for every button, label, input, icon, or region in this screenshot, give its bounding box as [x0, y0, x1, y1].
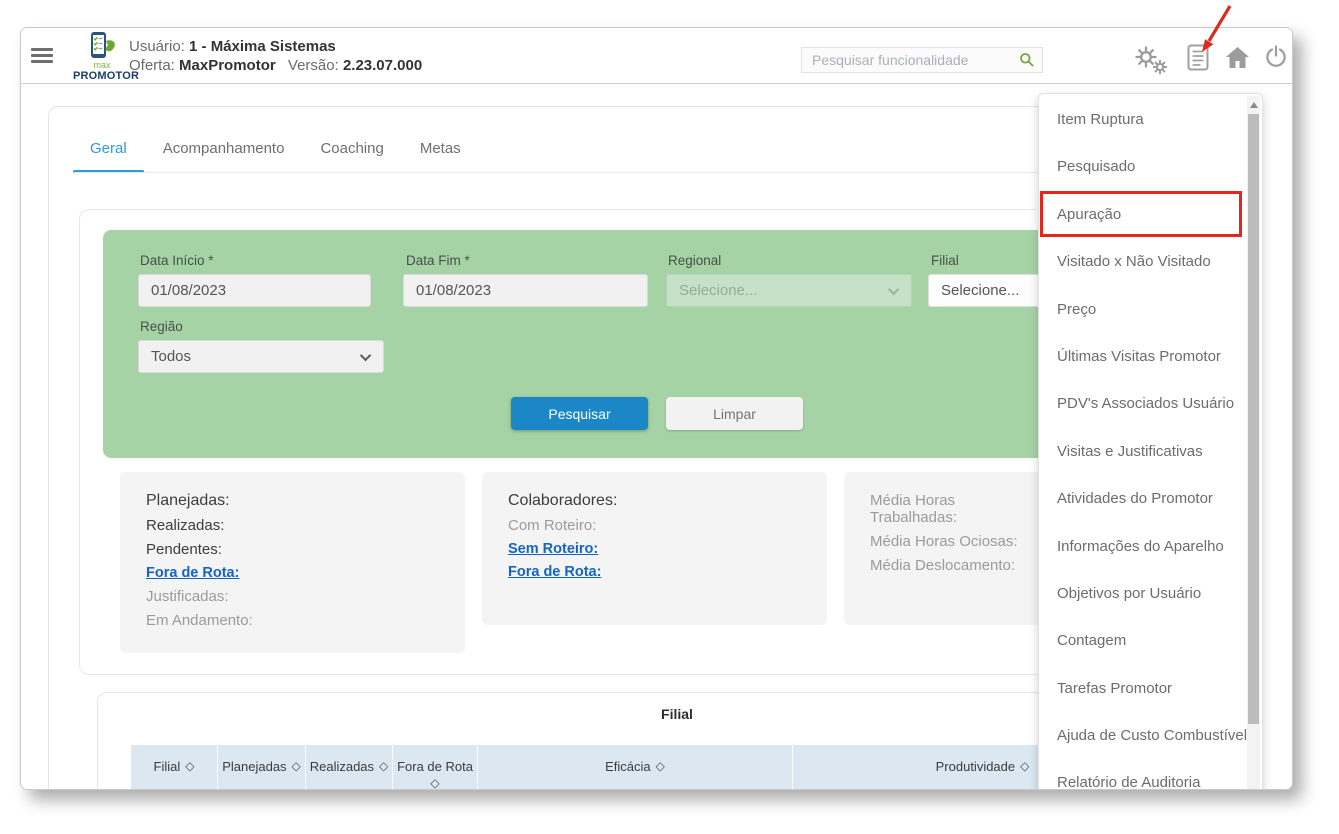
app-window: max PROMOTOR Usuário: 1 - Máxima Sistema…	[20, 27, 1293, 790]
menu-item-pesquisado[interactable]: Pesquisado	[1039, 143, 1262, 190]
search-input[interactable]	[802, 52, 1019, 68]
stat-media-deslocamento: Média Deslocamento:	[870, 557, 1016, 574]
data-fim-label: Data Fim *	[406, 253, 470, 268]
stat-colaboradores: Colaboradores:	[508, 492, 618, 509]
menu-item-contagem[interactable]: Contagem	[1039, 617, 1262, 664]
table-header-row: Filial ◇ Planejadas ◇ Realizadas ◇ Fora de …	[131, 745, 1173, 789]
sort-icon[interactable]: ◇	[430, 775, 439, 789]
sort-icon[interactable]: ◇	[379, 758, 388, 775]
data-inicio-input[interactable]	[138, 274, 371, 307]
offer-value: MaxPromotor	[179, 57, 276, 74]
menu-item-item-ruptura[interactable]: Item Ruptura	[1039, 96, 1262, 143]
menu-item-objetivos-por-usuario[interactable]: Objetivos por Usuário	[1039, 570, 1262, 617]
offer-label: Oferta:	[129, 57, 175, 74]
visits-summary-panel: Planejadas: Realizadas: Pendentes: Fora …	[120, 472, 465, 653]
menu-item-tarefas-promotor[interactable]: Tarefas Promotor	[1039, 665, 1262, 712]
column-header-realizadas[interactable]: Realizadas ◇	[306, 745, 393, 789]
menu-item-pdvs-associados-usuario[interactable]: PDV's Associados Usuário	[1039, 380, 1262, 427]
stat-media-horas-ociosas: Média Horas Ociosas:	[870, 533, 1018, 550]
column-header-filial[interactable]: Filial ◇	[131, 745, 218, 789]
stat-em-andamento: Em Andamento:	[146, 612, 253, 629]
menu-scrollbar-track[interactable]	[1247, 96, 1260, 789]
tab-coaching[interactable]: Coaching	[320, 140, 383, 173]
scroll-up-arrow-icon[interactable]	[1249, 102, 1258, 108]
stat-planejadas: Planejadas:	[146, 492, 230, 509]
filial-label: Filial	[931, 253, 959, 268]
averages-panel: Média Horas Trabalhadas: Média Horas Oci…	[844, 472, 1050, 625]
tab-metas[interactable]: Metas	[420, 140, 461, 173]
data-inicio-label: Data Início *	[140, 253, 214, 268]
menu-item-visitas-e-justificativas[interactable]: Visitas e Justificativas	[1039, 428, 1262, 475]
menu-scrollbar-thumb[interactable]	[1248, 114, 1259, 724]
column-header-fora-de-rota[interactable]: Fora de Rota ◇	[393, 745, 478, 789]
data-fim-input[interactable]	[403, 274, 648, 307]
regional-label: Regional	[668, 253, 722, 268]
menu-item-ultimas-visitas-promotor[interactable]: Últimas Visitas Promotor	[1039, 333, 1262, 380]
top-header: max PROMOTOR Usuário: 1 - Máxima Sistema…	[21, 28, 1292, 84]
stat-sem-roteiro-link[interactable]: Sem Roteiro:	[508, 541, 817, 557]
limpar-button[interactable]: Limpar	[666, 397, 803, 430]
stat-fora-de-rota-link[interactable]: Fora de Rota:	[146, 565, 455, 581]
functionality-search	[801, 47, 1043, 73]
column-header-eficacia[interactable]: Eficácia ◇	[478, 745, 793, 789]
tab-acompanhamento[interactable]: Acompanhamento	[163, 140, 285, 173]
hamburger-menu-icon[interactable]	[31, 48, 53, 64]
regional-value: Selecione...	[679, 282, 758, 299]
user-value: 1 - Máxima Sistemas	[189, 38, 336, 55]
annotation-arrow	[1202, 5, 1232, 52]
regiao-value: Todos	[151, 348, 192, 365]
logo-text-max: max	[93, 60, 111, 70]
menu-item-ajuda-de-custo-combustivel[interactable]: Ajuda de Custo Combustível	[1039, 712, 1262, 759]
collaborators-panel: Colaboradores: Com Roteiro: Sem Roteiro:…	[482, 472, 827, 625]
column-header-planejadas[interactable]: Planejadas ◇	[218, 745, 306, 789]
stat-realizadas: Realizadas:	[146, 517, 225, 534]
regional-select[interactable]: Selecione...	[666, 274, 912, 307]
app-logo: max PROMOTOR	[73, 32, 140, 82]
menu-item-preco[interactable]: Preço	[1039, 286, 1262, 333]
logo-text-promotor: PROMOTOR	[73, 70, 140, 82]
maxpromotor-logo-icon	[91, 32, 115, 58]
sort-icon[interactable]: ◇	[292, 758, 301, 775]
stat-com-roteiro: Com Roteiro:	[508, 517, 597, 534]
search-icon[interactable]	[1019, 52, 1035, 68]
sort-icon[interactable]: ◇	[1020, 758, 1029, 775]
menu-item-informacoes-do-aparelho[interactable]: Informações do Aparelho	[1039, 523, 1262, 570]
stat-pendentes: Pendentes:	[146, 541, 222, 558]
pesquisar-button[interactable]: Pesquisar	[511, 397, 648, 430]
user-info: Usuário: 1 - Máxima Sistemas Oferta: Max…	[129, 37, 422, 75]
version-label: Versão:	[287, 57, 339, 74]
menu-item-relatorio-de-auditoria[interactable]: Relatório de Auditoria	[1039, 759, 1262, 789]
stat-justificadas: Justificadas:	[146, 588, 229, 605]
menu-item-visitado-x-nao-visitado[interactable]: Visitado x Não Visitado	[1039, 238, 1262, 285]
sort-icon[interactable]: ◇	[656, 758, 665, 775]
annotation-highlight-box	[1040, 191, 1242, 237]
sort-icon[interactable]: ◇	[185, 758, 194, 775]
chevron-down-icon	[359, 349, 372, 361]
stat-media-horas-trabalhadas: Média Horas Trabalhadas:	[870, 492, 957, 526]
user-label: Usuário:	[129, 38, 185, 55]
stat-fora-de-rota-link[interactable]: Fora de Rota:	[508, 564, 817, 580]
settings-gears-icon[interactable]	[1133, 45, 1169, 75]
regiao-label: Região	[140, 319, 183, 334]
chevron-down-icon	[887, 283, 900, 295]
filial-value: Selecione...	[941, 282, 1020, 299]
regiao-select[interactable]: Todos	[138, 340, 384, 373]
version-value: 2.23.07.000	[342, 57, 423, 74]
tab-bar: Geral Acompanhamento Coaching Metas	[73, 140, 461, 173]
power-logout-icon[interactable]	[1264, 45, 1288, 69]
tab-geral[interactable]: Geral	[73, 140, 144, 173]
menu-item-atividades-do-promotor[interactable]: Atividades do Promotor	[1039, 475, 1262, 522]
